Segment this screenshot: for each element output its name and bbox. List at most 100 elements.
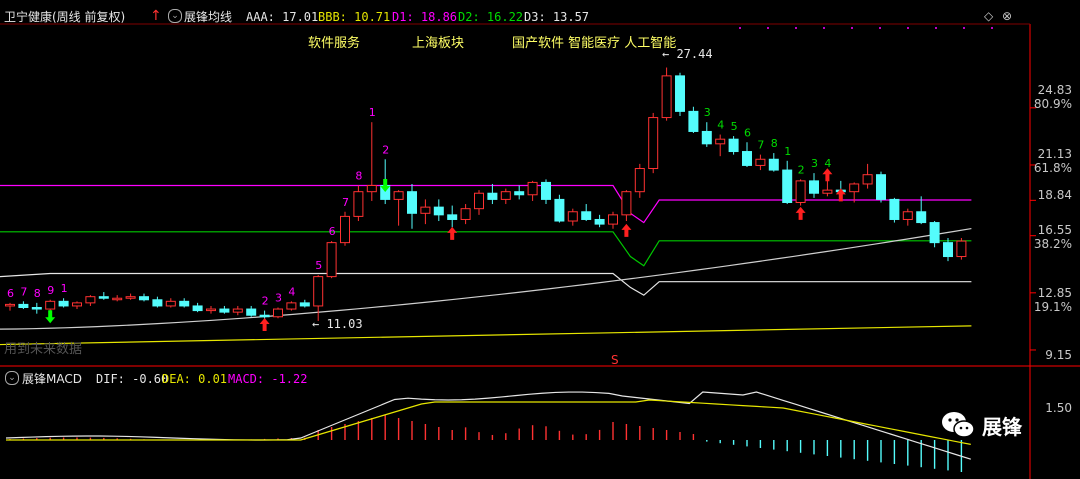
sequence-label: 3 <box>811 157 818 170</box>
candle-body <box>795 180 806 203</box>
d2-line <box>0 231 972 267</box>
candle-body <box>179 300 190 307</box>
top-dot <box>907 27 909 29</box>
candle-body <box>648 117 659 170</box>
top-dot <box>963 27 965 29</box>
candle-body <box>889 198 900 220</box>
candle-body <box>822 189 833 194</box>
sequence-label: 7 <box>342 196 349 209</box>
candle-body <box>125 296 136 299</box>
sequence-label: 8 <box>34 287 41 300</box>
y-tick-6: 16.55 <box>1037 223 1072 237</box>
watermark: 展锋 <box>940 410 1022 440</box>
candle-body <box>340 215 350 244</box>
macd-name[interactable]: 展锋MACD <box>22 372 82 386</box>
candle-body <box>139 296 149 301</box>
concept-note-1: 软件服务 <box>308 36 361 51</box>
signal-up-arrow <box>621 223 632 237</box>
aaa-value: AAA: 17.01 <box>246 10 319 24</box>
candle-body <box>862 174 873 185</box>
close-icon[interactable]: ⊗ <box>1002 9 1012 23</box>
top-dot <box>795 27 797 29</box>
candle-body <box>634 168 645 193</box>
candle-body <box>31 306 42 310</box>
candle-body <box>902 211 913 220</box>
d2-value: D2: 16.22 <box>458 10 524 24</box>
candle-body <box>782 169 793 203</box>
signal-up-arrow <box>447 226 458 240</box>
candle-body <box>366 185 377 193</box>
sequence-label: 2 <box>262 295 269 308</box>
candle-body <box>232 308 243 313</box>
signal-up-arrow <box>795 206 806 220</box>
max-price-label: ← 27.44 <box>662 47 713 61</box>
candle-body <box>299 302 310 307</box>
chevron-down-icon[interactable]: ⌄ <box>168 9 182 23</box>
candle-body <box>701 130 712 145</box>
candle-body <box>165 300 176 307</box>
candle-body <box>728 138 739 153</box>
candle-body <box>72 302 82 307</box>
chart-grid <box>0 23 1080 479</box>
candle-body <box>206 308 216 312</box>
sequence-label: 8 <box>771 137 778 150</box>
candle-body <box>433 206 444 216</box>
y-tick-2: 80.9% <box>1033 97 1072 111</box>
sequence-label: 2 <box>382 143 389 156</box>
watermark-text: 展锋 <box>982 414 1022 439</box>
candle-body <box>45 300 56 310</box>
candle-body <box>809 180 819 194</box>
macd-dif: DIF: -0.60 <box>96 372 169 386</box>
top-dot <box>851 27 853 29</box>
macd-dea: DEA: 0.01 <box>162 372 228 386</box>
candle-body <box>581 211 592 220</box>
footnote: 用到未来数据 <box>4 342 83 357</box>
candle-body <box>554 198 565 222</box>
sequence-label: 3 <box>275 291 282 304</box>
y-tick-3: 21.13 <box>1037 147 1072 161</box>
sequence-label: 1 <box>61 282 68 295</box>
indicator-name[interactable]: 展锋均线 <box>184 10 232 24</box>
candle-body <box>259 314 270 318</box>
sequence-label: 2 <box>798 163 805 176</box>
y-tick-10: 9.15 <box>1045 348 1072 362</box>
y-tick-7: 38.2% <box>1033 237 1072 251</box>
candle-body <box>661 75 672 119</box>
sequence-label: 7 <box>757 139 764 152</box>
candle-body <box>393 191 404 200</box>
candle-body <box>755 158 766 166</box>
candle-body <box>527 181 538 196</box>
sequence-label: 8 <box>355 170 362 183</box>
y-tick-5: 18.84 <box>1037 188 1072 202</box>
up-arrow-icon: ↑ <box>150 8 162 24</box>
top-dot <box>991 27 993 29</box>
candle-body <box>286 302 297 310</box>
sequence-label: 4 <box>824 157 831 170</box>
top-dot <box>767 27 769 29</box>
macd-panel <box>5 391 971 472</box>
top-dot <box>935 27 937 29</box>
top-dot <box>879 27 881 29</box>
bbb-value: BBB: 10.71 <box>318 10 391 24</box>
stock-title[interactable]: 卫宁健康(周线 前复权) <box>4 10 125 24</box>
candle-body <box>420 206 431 214</box>
chevron-down-icon[interactable]: ⌄ <box>5 371 19 385</box>
candle-body <box>407 191 417 214</box>
candle-body <box>487 192 498 200</box>
candle-body <box>152 299 163 307</box>
diamond-icon[interactable]: ◇ <box>984 9 993 23</box>
candle-body <box>514 191 525 196</box>
top-dot <box>739 27 741 29</box>
candle-body <box>246 308 257 316</box>
sequence-label: 9 <box>47 284 54 297</box>
sequence-label: 6 <box>7 287 14 300</box>
sequence-label: 3 <box>704 106 711 119</box>
candle-body <box>58 300 69 307</box>
sequence-label: 6 <box>329 225 336 238</box>
candle-body <box>688 110 699 132</box>
candle-body <box>594 218 605 225</box>
concept-note-2: 上海板块 <box>412 36 465 51</box>
candle-body <box>98 296 109 299</box>
sequence-label: 1 <box>369 106 376 119</box>
candle-body <box>929 222 940 244</box>
